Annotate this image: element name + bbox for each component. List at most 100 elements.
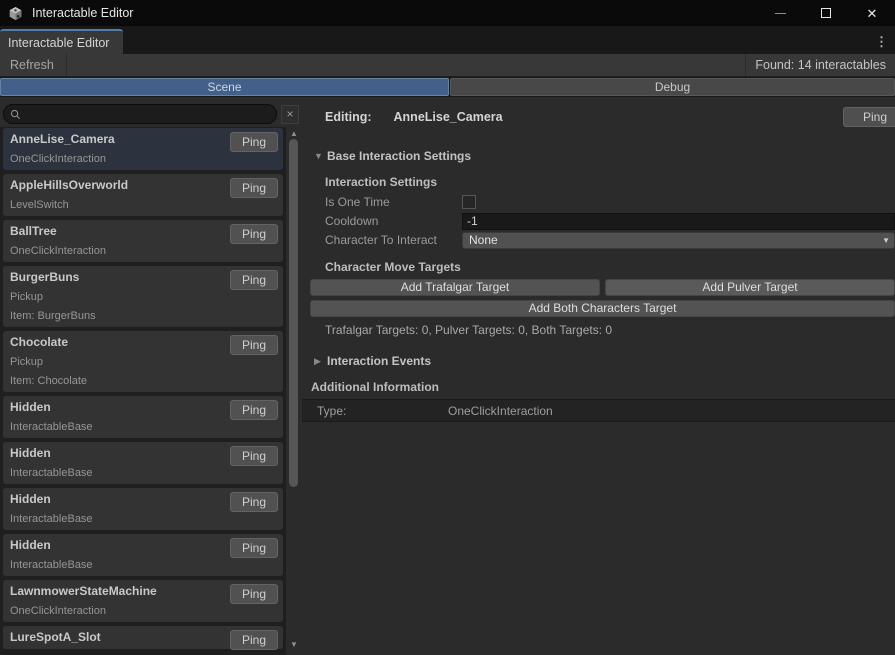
ping-button[interactable]: Ping — [230, 630, 278, 650]
add-both-characters-target-button[interactable]: Add Both Characters Target — [310, 300, 895, 317]
list-item-lines: InteractableBase — [10, 559, 276, 572]
add-target-buttons: Add Trafalgar Target Add Pulver Target — [310, 279, 895, 296]
list-item[interactable]: Hidden InteractableBase Ping — [3, 488, 283, 530]
list-item[interactable]: Hidden InteractableBase Ping — [3, 442, 283, 484]
close-button[interactable]: ✕ — [849, 0, 895, 26]
targets-summary: Trafalgar Targets: 0, Pulver Targets: 0,… — [302, 323, 895, 338]
list-item[interactable]: LawnmowerStateMachine OneClickInteractio… — [3, 580, 283, 622]
character-to-interact-label: Character To Interact — [325, 233, 462, 247]
doc-tab-label: Interactable Editor — [8, 36, 109, 50]
list-item-subtitle: OneClickInteraction — [10, 605, 276, 618]
editing-value: AnneLise_Camera — [394, 110, 503, 124]
list-item-lines: LevelSwitch — [10, 199, 276, 212]
close-icon: ✕ — [867, 7, 878, 20]
unity-cube-icon — [8, 5, 24, 21]
list-item-subtitle: InteractableBase — [10, 421, 276, 434]
list-item-lines: OneClickInteraction — [10, 245, 276, 258]
search-clear-button[interactable]: × — [281, 105, 299, 124]
list-item[interactable]: BallTree OneClickInteraction Ping — [3, 220, 283, 262]
list-item-subtitle: LevelSwitch — [10, 199, 276, 212]
interactable-editor-window: Interactable Editor ✕ Interactable Edito… — [0, 0, 895, 655]
dropdown-value: None — [469, 233, 882, 248]
ping-button[interactable]: Ping — [230, 224, 278, 244]
list-item[interactable]: AnneLise_Camera OneClickInteraction Ping — [3, 128, 283, 170]
ping-button[interactable]: Ping — [230, 132, 278, 152]
list-item-lines: Pickup Item: BurgerBuns — [10, 291, 276, 323]
list-item[interactable]: LureSpotA_Slot Ping — [3, 626, 283, 649]
ping-button[interactable]: Ping — [843, 107, 895, 127]
type-value: OneClickInteraction — [448, 404, 553, 418]
list-item-subtitle: Pickup — [10, 356, 276, 369]
chevron-down-icon: ▼ — [882, 236, 890, 245]
list-item[interactable]: Hidden InteractableBase Ping — [3, 396, 283, 438]
cooldown-row: Cooldown -1 — [302, 212, 895, 230]
editing-header: Editing: AnneLise_Camera Ping — [302, 107, 895, 127]
tab-scene[interactable]: Scene — [0, 78, 449, 96]
is-one-time-checkbox[interactable] — [462, 195, 476, 209]
list-item-subtitle: OneClickInteraction — [10, 245, 276, 258]
search-icon — [10, 109, 21, 120]
character-to-interact-dropdown[interactable]: None ▼ — [462, 232, 895, 249]
ping-button[interactable]: Ping — [230, 178, 278, 198]
tab-debug[interactable]: Debug — [450, 78, 895, 96]
minimize-icon — [775, 13, 786, 14]
events-foldout-label: Interaction Events — [327, 354, 431, 368]
ping-button[interactable]: Ping — [230, 538, 278, 558]
list-item-subtitle: InteractableBase — [10, 513, 276, 526]
list-item-lines: InteractableBase — [10, 513, 276, 526]
kebab-menu-icon[interactable]: ⋮ — [868, 29, 895, 54]
ping-button[interactable]: Ping — [230, 335, 278, 355]
foldout-closed-icon: ▶ — [314, 356, 327, 367]
list-item[interactable]: Chocolate PickupItem: Chocolate Ping — [3, 331, 283, 392]
list-item-lines: Pickup Item: Chocolate — [10, 356, 276, 388]
doc-tab-interactable-editor[interactable]: Interactable Editor — [0, 29, 123, 54]
scene-list: AnneLise_Camera OneClickInteraction Ping… — [0, 127, 286, 655]
maximize-icon — [821, 8, 831, 18]
list-item-subtitle: Item: BurgerBuns — [10, 310, 276, 323]
ping-button[interactable]: Ping — [230, 400, 278, 420]
editor-panel: Editing: AnneLise_Camera Ping ▼ Base Int… — [302, 97, 895, 655]
search-input[interactable] — [3, 104, 277, 124]
editing-label: Editing: — [325, 110, 372, 124]
search-row: × — [3, 104, 302, 124]
mode-tabs: Scene Debug — [0, 77, 895, 97]
list-item-lines: InteractableBase — [10, 421, 276, 434]
list-item-subtitle: OneClickInteraction — [10, 153, 276, 166]
maximize-button[interactable] — [803, 0, 849, 26]
ping-button[interactable]: Ping — [230, 584, 278, 604]
list-item-subtitle: Pickup — [10, 291, 276, 304]
list-area: AnneLise_Camera OneClickInteraction Ping… — [0, 127, 302, 655]
ping-button[interactable]: Ping — [230, 446, 278, 466]
list-item-lines: InteractableBase — [10, 467, 276, 480]
list-item[interactable]: Hidden InteractableBase Ping — [3, 534, 283, 576]
foldout-base-interaction-settings[interactable]: ▼ Base Interaction Settings — [302, 148, 895, 164]
scroll-up-icon[interactable]: ▲ — [286, 129, 302, 139]
ping-button[interactable]: Ping — [230, 492, 278, 512]
interaction-settings-header: Interaction Settings — [302, 175, 895, 190]
list-item-subtitle: Item: Chocolate — [10, 375, 276, 388]
window-controls: ✕ — [757, 0, 895, 26]
type-label: Type: — [317, 404, 448, 418]
cooldown-input[interactable]: -1 — [462, 213, 895, 230]
minimize-button[interactable] — [757, 0, 803, 26]
base-foldout-label: Base Interaction Settings — [327, 149, 471, 163]
list-scrollbar[interactable]: ▲ ▼ — [286, 127, 302, 655]
ping-button[interactable]: Ping — [230, 270, 278, 290]
window-title: Interactable Editor — [32, 6, 133, 20]
scrollbar-thumb[interactable] — [289, 139, 298, 487]
scroll-down-icon[interactable]: ▼ — [286, 640, 302, 650]
is-one-time-label: Is One Time — [325, 195, 462, 209]
list-item[interactable]: BurgerBuns PickupItem: BurgerBuns Ping — [3, 266, 283, 327]
titlebar: Interactable Editor ✕ — [0, 0, 895, 26]
toolbar: Refresh Found: 14 interactables — [0, 54, 895, 77]
add-pulver-target-button[interactable]: Add Pulver Target — [605, 279, 895, 296]
list-item-subtitle: InteractableBase — [10, 467, 276, 480]
add-trafalgar-target-button[interactable]: Add Trafalgar Target — [310, 279, 600, 296]
doc-tabbar: Interactable Editor ⋮ — [0, 26, 895, 54]
foldout-open-icon: ▼ — [314, 151, 327, 161]
foldout-interaction-events[interactable]: ▶ Interaction Events — [302, 353, 895, 369]
list-item-lines: OneClickInteraction — [10, 605, 276, 618]
list-item[interactable]: AppleHillsOverworld LevelSwitch Ping — [3, 174, 283, 216]
refresh-button[interactable]: Refresh — [0, 54, 67, 76]
additional-information-header: Additional Information — [302, 380, 895, 395]
